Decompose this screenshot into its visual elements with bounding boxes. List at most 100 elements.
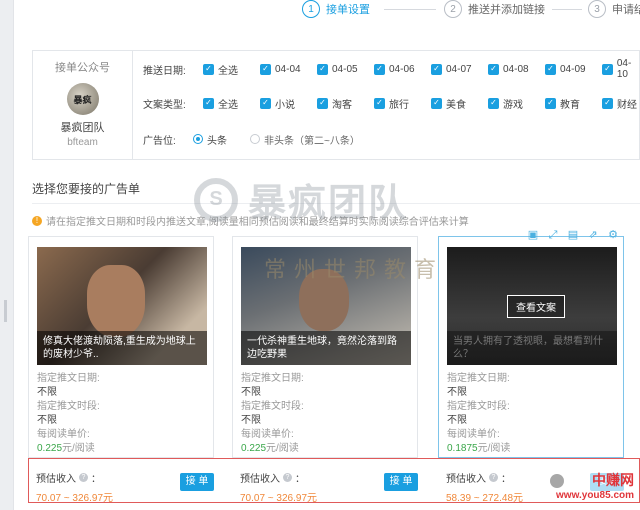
ad-card-selected[interactable]: ▣ ⤢ ▤ ⇗ ⚙ 查看文案 当男人拥有了透视眼，最想看到什么？ 指定推文日期:… [438,229,624,458]
category-option[interactable]: ✓ 教育 [545,96,602,111]
estimate-highlight-box [28,458,640,503]
category-option[interactable]: ✓ 游戏 [488,96,545,111]
estimate-block: 预估收入?： 70.07 ~ 326.97元 [36,473,114,504]
share-icon[interactable]: ⇗ [587,229,599,241]
category-option[interactable]: ✓ 淘客 [317,96,374,111]
account-title: 接单公众号 [55,62,110,74]
watermark-text: 暴疯团队 [248,181,409,225]
checkbox-checked-icon[interactable]: ✓ [488,63,499,75]
date-option[interactable]: ✓ 全选 [203,62,260,77]
checkbox-checked-icon[interactable]: ✓ [431,63,442,75]
estimate-range: 70.07 ~ 326.97元 [36,493,114,504]
price-value: 0.225 [241,443,267,454]
sidebar-marker [4,300,7,322]
date-option[interactable]: ✓ 04-04 [260,63,317,75]
filter-panel: 接单公众号 暴疯 暴疯团队 bfteam 推送日期: ✓ 全选 ✓ 04-04 ✓ 0… [32,50,640,160]
accept-order-button[interactable]: 接 单 [180,473,214,491]
price-value: 0.1875 [447,443,478,454]
position-filter-label: 广告位: [143,135,176,147]
category-option[interactable]: ✓ 小说 [260,96,317,111]
help-icon[interactable]: ? [283,473,292,482]
position-option-headline[interactable]: 头条 [193,132,250,147]
position-option-secondary[interactable]: 非头条（第二~八条） [250,132,380,147]
date-filter-label: 推送日期: [143,65,186,77]
price-unit: 元/阅读 [62,443,95,454]
site-watermark-name: 中赚网 [592,472,634,488]
ad-cover-image[interactable]: 修真大佬渡劫陨落,重生成为地球上的废材少爷.. [37,247,207,365]
checkbox-checked-icon[interactable]: ✓ [317,63,328,75]
ad-meta: 指定推文日期: 不限 指定推文时段: 不限 每阅读单价: 0.225元/阅读 [37,373,100,454]
radio-unselected-icon[interactable] [250,134,260,144]
save-icon[interactable]: ▤ [567,229,579,241]
main-area: 1 接单设置 2 推送并添加链接 3 申请结 接单公众号 暴疯 暴疯团队 bft… [14,0,640,510]
category-option[interactable]: ✓ 美食 [431,96,488,111]
checkbox-checked-icon[interactable]: ✓ [260,97,271,109]
qrcode-icon[interactable]: ▣ [527,229,539,241]
category-option[interactable]: ✓ 财经 [602,96,640,111]
help-icon[interactable]: ? [79,473,88,482]
step-1-label: 接单设置 [326,4,370,16]
checkbox-checked-icon[interactable]: ✓ [374,63,385,75]
ad-caption: 一代杀神重生地球，竟然沦落到路边吃野果 [241,331,411,365]
accept-order-button[interactable]: 接 单 [384,473,418,491]
price-unit: 元/阅读 [266,443,299,454]
checkbox-checked-icon[interactable]: ✓ [374,97,385,109]
expand-icon[interactable]: ⤢ [547,229,559,241]
step-progress: 1 接单设置 2 推送并添加链接 3 申请结 [14,0,640,22]
step-3[interactable]: 3 申请结 [588,0,640,18]
site-watermark-url: www.you85.com [556,490,634,501]
checkbox-checked-icon[interactable]: ✓ [602,97,613,109]
position-filter-row: 广告位: 头条 非头条（第二~八条） [143,131,380,147]
section-title: 选择您要接的广告单 [32,182,141,196]
checkbox-checked-icon[interactable]: ✓ [545,97,556,109]
step-1[interactable]: 1 接单设置 [302,0,370,18]
card-toolbar: ▣ ⤢ ▤ ⇗ ⚙ [527,229,619,241]
checkbox-checked-icon[interactable]: ✓ [203,97,214,109]
settings-icon[interactable]: ⚙ [607,229,619,241]
checkbox-checked-icon[interactable]: ✓ [317,97,328,109]
price-unit: 元/阅读 [477,443,511,454]
checkbox-checked-icon[interactable]: ✓ [602,63,613,75]
checkbox-checked-icon[interactable]: ✓ [431,97,442,109]
step-3-label: 申请结 [612,4,640,16]
step-connector [384,9,436,10]
step-3-number: 3 [588,0,606,18]
step-connector [552,9,582,10]
watermark-secondary: 常州世邦教育 [264,258,445,283]
help-icon[interactable]: ? [489,473,498,482]
account-avatar: 暴疯 [66,83,99,115]
date-option[interactable]: ✓ 04-07 [431,63,488,75]
view-copy-button[interactable]: 查看文案 [507,295,565,318]
category-filter-row: 文案类型: ✓ 全选 ✓ 小说 ✓ 淘客 ✓ 旅行 ✓ 美食 ✓ 游戏 ✓ 教育 ✓ 财经 [143,95,640,111]
category-option[interactable]: ✓ 全选 [203,96,260,111]
ad-caption: 当男人拥有了透视眼，最想看到什么？ [447,331,617,365]
checkbox-checked-icon[interactable]: ✓ [488,97,499,109]
date-option[interactable]: ✓ 04-05 [317,63,374,75]
ad-cover-image[interactable]: 查看文案 当男人拥有了透视眼，最想看到什么？ [447,247,617,365]
estimate-range: 58.39 ~ 272.48元 [446,493,524,504]
ad-meta: 指定推文日期: 不限 指定推文时段: 不限 每阅读单价: 0.1875元/阅读 [447,373,511,454]
date-filter-row: 推送日期: ✓ 全选 ✓ 04-04 ✓ 04-05 ✓ 04-06 ✓ 04-07 ✓ 0… [143,58,640,80]
category-option[interactable]: ✓ 旅行 [374,96,431,111]
ad-caption: 修真大佬渡劫陨落,重生成为地球上的废材少爷.. [37,331,207,365]
checkbox-checked-icon[interactable]: ✓ [545,63,556,75]
account-box: 接单公众号 暴疯 暴疯团队 bfteam [33,51,133,159]
step-2-label: 推送并添加链接 [468,4,545,16]
radio-selected-icon[interactable] [193,134,203,144]
left-sidebar-strip [0,0,14,510]
account-id: bfteam [67,137,98,148]
step-2[interactable]: 2 推送并添加链接 [444,0,545,18]
date-option[interactable]: ✓ 04-10 [602,58,640,80]
checkbox-checked-icon[interactable]: ✓ [203,63,214,75]
date-option[interactable]: ✓ 04-06 [374,63,431,75]
date-option[interactable]: ✓ 04-09 [545,63,602,75]
price-value: 0.225 [37,443,63,454]
ad-card[interactable]: 修真大佬渡劫陨落,重生成为地球上的废材少爷.. 指定推文日期: 不限 指定推文时… [28,236,214,458]
site-watermark: 中赚网 www.you85.com [556,470,634,501]
step-1-number: 1 [302,0,320,18]
account-name: 暴疯团队 [60,122,105,134]
date-option[interactable]: ✓ 04-08 [488,63,545,75]
checkbox-checked-icon[interactable]: ✓ [260,63,271,75]
estimate-range: 70.07 ~ 326.97元 [240,493,318,504]
estimate-block: 预估收入?： 58.39 ~ 272.48元 [446,473,524,504]
